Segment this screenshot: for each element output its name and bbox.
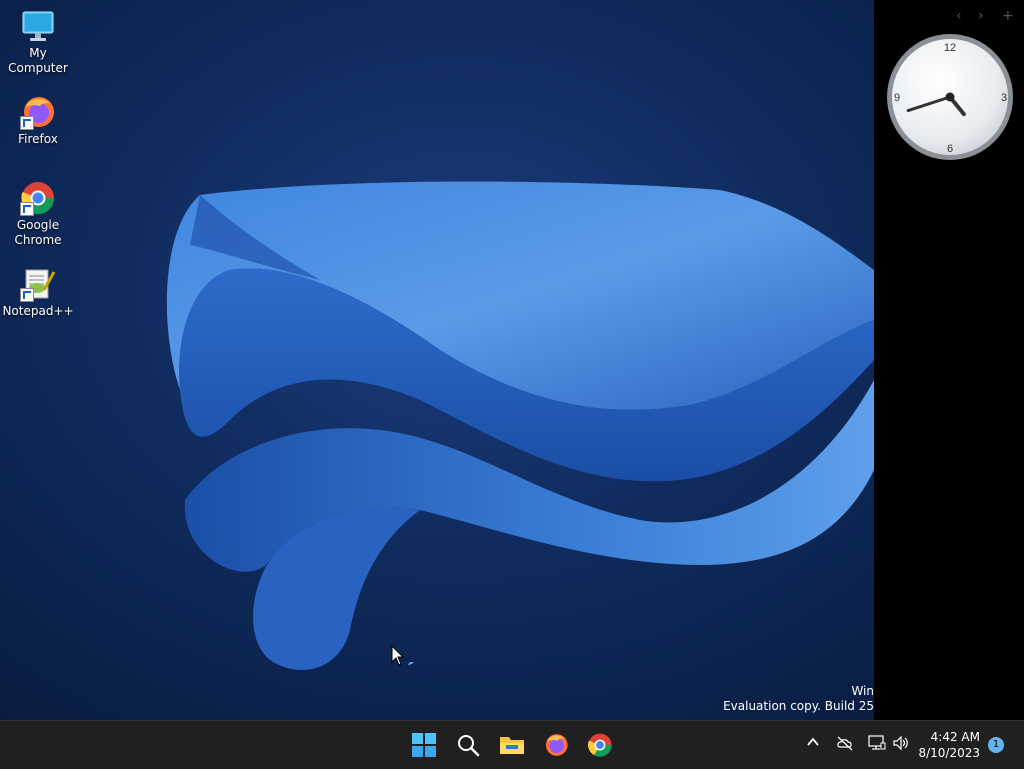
desktop-icon-chrome[interactable]: Google Chrome	[0, 180, 76, 248]
shortcut-arrow-icon	[20, 288, 34, 302]
taskbar-clock[interactable]: 4:42 AM 8/10/2023	[918, 729, 980, 761]
taskbar: 4:42 AM 8/10/2023 1	[0, 720, 1024, 769]
watermark-line-1: Win	[851, 684, 874, 698]
desktop-icon-label: My Computer	[8, 46, 68, 75]
desktop-icon-label: Google Chrome	[14, 218, 62, 247]
desktop[interactable]: My Computer Firefox Google Chrome Notepa…	[0, 0, 1024, 720]
clock-center-pin	[945, 92, 955, 102]
search-button[interactable]	[452, 729, 484, 761]
clock-numeral-6: 6	[947, 143, 953, 155]
chrome-icon	[588, 733, 612, 757]
search-icon	[458, 735, 480, 757]
evaluation-watermark: Win Evaluation copy. Build 25	[634, 684, 874, 714]
mouse-cursor-icon	[391, 645, 414, 666]
network-icon[interactable]	[868, 735, 886, 751]
chevron-up-icon[interactable]	[806, 735, 820, 749]
watermark-line-2: Evaluation copy. Build 25	[723, 699, 874, 713]
taskbar-firefox-button[interactable]	[540, 729, 572, 761]
chrome-icon	[20, 180, 56, 216]
taskbar-chrome-button[interactable]	[584, 729, 616, 761]
taskbar-date: 8/10/2023	[918, 746, 980, 760]
sidebar-add-button[interactable]: +	[1002, 8, 1014, 24]
file-explorer-icon	[500, 737, 524, 754]
shortcut-arrow-icon	[20, 116, 34, 130]
wallpaper-bloom	[166, 181, 874, 670]
clock-numeral-12: 12	[944, 42, 956, 54]
volume-icon[interactable]	[892, 735, 910, 751]
clock-numeral-9: 9	[894, 92, 900, 104]
firefox-icon	[20, 94, 56, 130]
desktop-icon-notepadpp[interactable]: Notepad++	[0, 266, 76, 319]
desktop-icon-my-computer[interactable]: My Computer	[0, 8, 76, 76]
file-explorer-button[interactable]	[496, 729, 528, 761]
clock-gadget[interactable]: 12 3 6 9	[885, 32, 1015, 162]
sidebar-prev-button[interactable]: ‹	[956, 8, 962, 24]
start-button[interactable]	[408, 729, 440, 761]
desktop-icon-firefox[interactable]: Firefox	[0, 94, 76, 147]
monitor-icon	[20, 8, 56, 44]
gadget-sidebar: ‹ › + 12 3 6 9	[874, 0, 1024, 720]
notification-badge[interactable]: 1	[988, 737, 1004, 753]
desktop-icon-label: Firefox	[18, 132, 58, 146]
sidebar-next-button[interactable]: ›	[978, 8, 984, 24]
clock-numeral-3: 3	[1001, 92, 1007, 104]
shortcut-arrow-icon	[20, 202, 34, 216]
desktop-icon-label: Notepad++	[2, 304, 74, 318]
taskbar-time: 4:42 AM	[930, 730, 980, 744]
start-icon	[412, 733, 436, 757]
firefox-icon	[545, 734, 568, 756]
onedrive-icon[interactable]	[836, 735, 854, 751]
notepadpp-icon	[20, 266, 56, 302]
